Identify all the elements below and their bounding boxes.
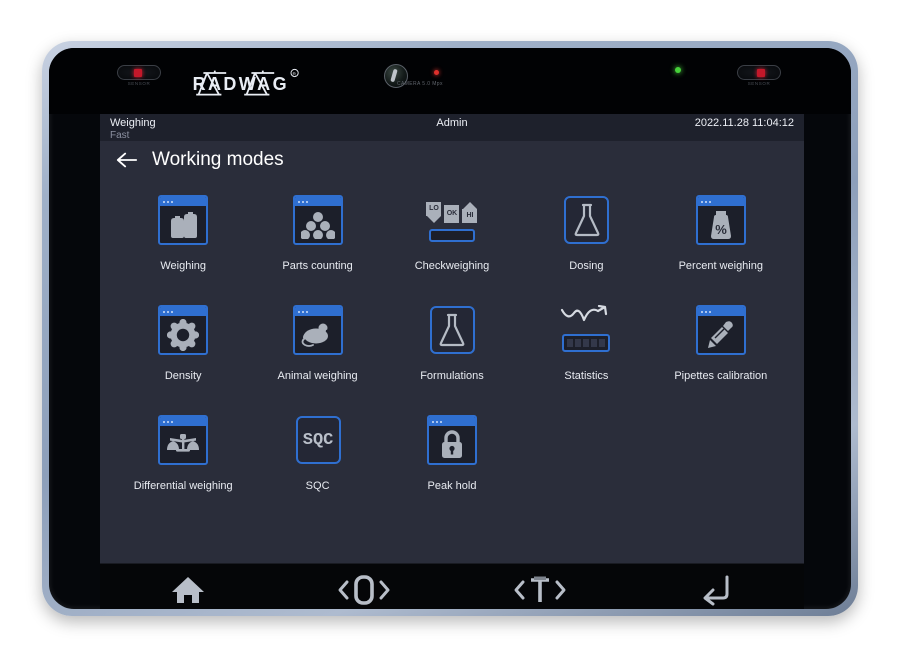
bottom-nav-bar <box>100 563 804 609</box>
mode-label: Checkweighing <box>414 260 490 272</box>
enter-button[interactable] <box>628 564 804 609</box>
mode-tile-checkweighing[interactable]: LO OK HI Checkweighing <box>385 187 519 297</box>
flask-outline-icon <box>423 305 481 361</box>
mode-label: Animal weighing <box>277 370 358 382</box>
balance-scale-icon <box>154 415 212 471</box>
mode-label: Percent weighing <box>678 260 763 272</box>
camera-indicator-led <box>434 70 439 75</box>
mode-label: Dosing <box>569 260 604 272</box>
mode-label: Pipettes calibration <box>674 370 768 382</box>
sqc-text: SQC <box>302 430 334 450</box>
flask-icon <box>557 195 615 251</box>
arrow-left-icon <box>116 152 138 168</box>
zero-button[interactable] <box>276 564 452 609</box>
touchscreen: Weighing Fast Admin 2022.11.28 11:04:12 … <box>100 114 804 563</box>
camera-label: CAMERA 5.0 Mpx <box>397 81 443 87</box>
zero-icon <box>338 574 390 605</box>
mode-tile-peak-hold[interactable]: Peak hold <box>385 407 519 517</box>
lock-icon <box>423 415 481 471</box>
svg-text:%: % <box>715 222 727 237</box>
marker-lo: LO <box>426 202 442 223</box>
svg-text:R: R <box>293 71 297 77</box>
lo-ok-hi-icon: LO OK HI <box>423 195 481 251</box>
mouse-icon <box>289 305 347 361</box>
sensor-left-label: SENSOR <box>127 81 151 86</box>
mode-label: Formulations <box>420 370 484 382</box>
back-button[interactable] <box>112 145 142 175</box>
parts-pile-icon <box>289 195 347 251</box>
status-bar: Weighing Fast Admin 2022.11.28 11:04:12 <box>100 114 804 141</box>
power-led-green <box>675 67 681 73</box>
checkweighing-display-bar <box>428 229 475 242</box>
radwag-logo: RADWAG R <box>189 61 309 103</box>
mode-tile-weighing[interactable]: Weighing <box>116 187 250 297</box>
working-modes-grid: Weighing Parts counting LO OK HI Checkwe… <box>100 179 804 563</box>
sensor-led-red-left <box>134 68 142 77</box>
status-datetime: 2022.11.28 11:04:12 <box>694 117 794 129</box>
home-button[interactable] <box>100 564 276 609</box>
home-icon <box>172 576 204 603</box>
weight-percent-icon: % <box>692 195 750 251</box>
svg-text:RADWAG: RADWAG <box>193 74 289 94</box>
mode-tile-dosing[interactable]: Dosing <box>519 187 653 297</box>
mode-tile-density[interactable]: Density <box>116 297 250 407</box>
mode-label: Density <box>164 370 202 382</box>
hardware-top-strip: SENSOR RADWAG R CAMERA 5.0 Mpx SENSOR <box>49 48 851 114</box>
marker-ok: OK <box>444 202 460 223</box>
sensor-led-red-right <box>757 68 765 77</box>
statistics-display-box <box>562 334 611 352</box>
proximity-sensor-left[interactable] <box>117 65 161 80</box>
mode-label: Statistics <box>564 370 609 382</box>
sensor-right-label: SENSOR <box>747 81 771 86</box>
marker-hi: HI <box>462 202 478 223</box>
mode-tile-sqc[interactable]: SQC SQC <box>250 407 384 517</box>
sqc-text-icon: SQC <box>289 415 347 471</box>
tare-icon <box>514 576 566 602</box>
trend-chart-icon <box>557 304 615 361</box>
mode-label: Differential weighing <box>133 480 233 492</box>
mode-tile-percent-weighing[interactable]: % Percent weighing <box>654 187 788 297</box>
mode-tile-statistics[interactable]: Statistics <box>519 297 653 407</box>
enter-arrow-icon <box>703 575 729 605</box>
mode-tile-animal-weighing[interactable]: Animal weighing <box>250 297 384 407</box>
device-inner-frame: SENSOR RADWAG R CAMERA 5.0 Mpx SENSOR We… <box>49 48 851 609</box>
mode-tile-formulations[interactable]: Formulations <box>385 297 519 407</box>
pipette-icon <box>692 305 750 361</box>
gear-icon <box>154 305 212 361</box>
mode-label: Parts counting <box>282 260 353 272</box>
page-title: Working modes <box>152 149 284 170</box>
weights-icon <box>154 195 212 251</box>
status-submode: Fast <box>110 130 130 141</box>
mode-label: Peak hold <box>427 480 477 492</box>
mode-tile-parts-counting[interactable]: Parts counting <box>250 187 384 297</box>
mode-label: SQC <box>305 480 330 492</box>
mode-label: Weighing <box>160 260 207 272</box>
mode-tile-differential-weighing[interactable]: Differential weighing <box>116 407 250 517</box>
mode-tile-pipettes-calibration[interactable]: Pipettes calibration <box>654 297 788 407</box>
proximity-sensor-right[interactable] <box>737 65 781 80</box>
title-bar: Working modes <box>100 141 804 179</box>
tare-button[interactable] <box>452 564 628 609</box>
device-shell: SENSOR RADWAG R CAMERA 5.0 Mpx SENSOR We… <box>42 41 858 616</box>
